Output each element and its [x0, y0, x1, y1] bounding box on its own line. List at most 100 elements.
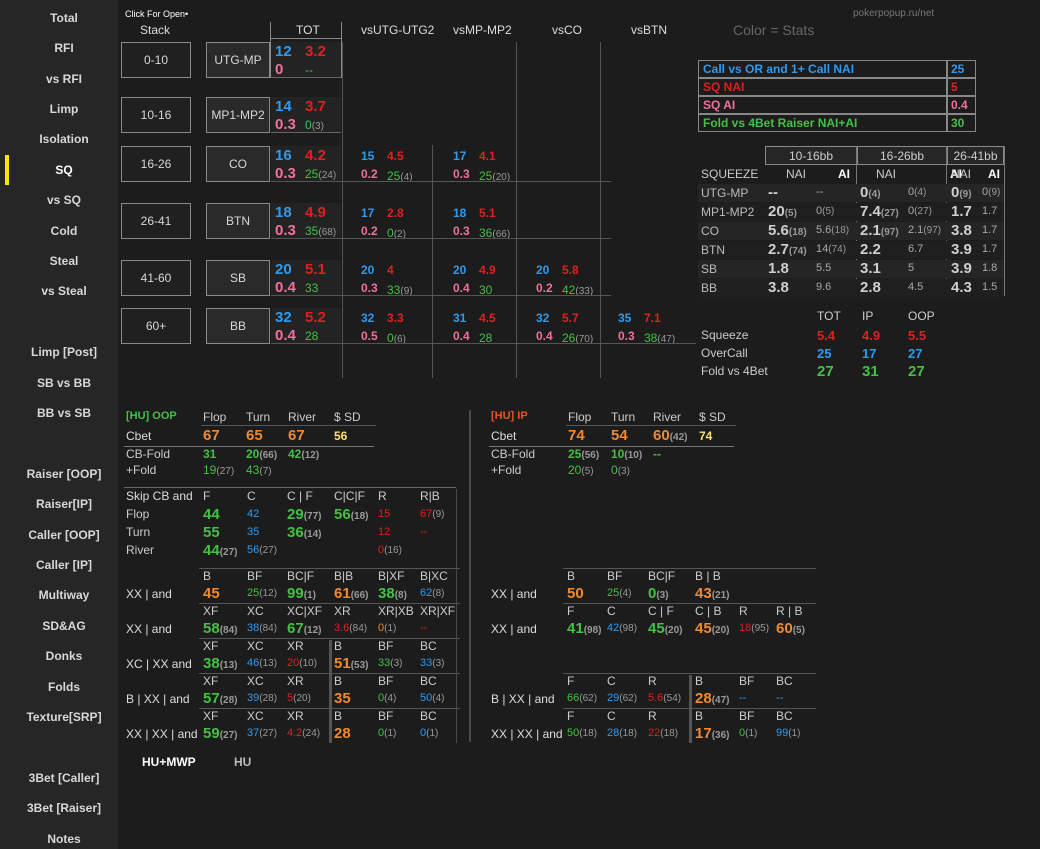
position-box[interactable]: UTG-MP	[206, 42, 270, 78]
cbfold-num: 31	[203, 447, 217, 461]
nav-item-sq[interactable]: SQ	[10, 163, 118, 177]
nav-item-donks[interactable]: Donks	[10, 649, 118, 663]
line-cell: 50(18)	[567, 728, 597, 739]
squeeze-cell-value: 7.4	[860, 203, 881, 220]
plusfold-value: 43(7)	[246, 464, 272, 477]
stack-box[interactable]: 10-16	[121, 97, 191, 133]
stack-box[interactable]: 41-60	[121, 260, 191, 296]
line-cell: 29(62)	[607, 693, 637, 704]
tot-cell-sqnai: 5.1	[305, 261, 326, 278]
line-label: XX | and	[126, 587, 172, 601]
nav-item-vs-rfi[interactable]: vs RFI	[10, 72, 118, 86]
nav-item-isolation[interactable]: Isolation	[10, 132, 118, 146]
line-header: F	[567, 674, 575, 688]
squeeze-cell: 0(27)	[908, 206, 932, 217]
squeeze-cell: 2.1(97)	[908, 225, 941, 236]
line-cell: 50	[567, 586, 584, 601]
cbet-value: 74	[699, 430, 712, 442]
position-box[interactable]: MP1-MP2	[206, 97, 270, 133]
line-cell: 0(1)	[378, 728, 396, 739]
nav-item-texture-srp-[interactable]: Texture[SRP]	[10, 710, 118, 724]
line-label: XX | XX | and	[126, 727, 198, 741]
line-cell-value: 33	[420, 657, 433, 669]
oop-title: [HU] OOP	[126, 410, 177, 422]
position-box[interactable]: SB	[206, 260, 270, 296]
vsmp-cell-sqai: 0.3	[453, 167, 470, 181]
squeeze-cell-value: 1.8	[768, 260, 789, 277]
section-divider	[689, 675, 692, 743]
row-divider	[271, 343, 696, 344]
cbfold-num: 25	[568, 447, 582, 461]
squeeze-cell: 1.7	[982, 206, 997, 217]
position-box[interactable]: BTN	[206, 203, 270, 239]
line-header: BF	[378, 639, 394, 653]
nai-header: NAI	[876, 167, 897, 181]
line-cell-value: 18	[739, 622, 752, 634]
line-cell-sample: (24)	[302, 728, 321, 739]
nav-item-3bet-caller-[interactable]: 3Bet [Caller]	[10, 771, 118, 785]
squeeze-cell: 0(4)	[908, 187, 926, 198]
stack-box[interactable]: 0-10	[121, 42, 191, 78]
squeeze-cell-value: 9.6	[816, 281, 832, 293]
line-cell-value: 46	[247, 657, 260, 669]
line-header: BF	[607, 569, 623, 583]
summary-header: IP	[862, 309, 874, 323]
nav-item-total[interactable]: Total	[10, 11, 118, 25]
tot-cell-sqai: 0	[275, 61, 284, 78]
line-cell-value: 43	[695, 585, 712, 602]
nav-item-cold[interactable]: Cold	[10, 224, 118, 238]
column-header: vsUTG-UTG2	[361, 23, 435, 37]
line-cell: 66(62)	[567, 693, 597, 704]
nav-item-notes[interactable]: Notes	[10, 832, 118, 846]
line-cell-sample: (27)	[219, 730, 238, 741]
squeeze-cell: 4.5	[908, 282, 923, 293]
line-cell: 51(53)	[334, 656, 368, 671]
squeeze-cell-value: 5	[908, 262, 915, 274]
nav-item-vs-steal[interactable]: vs Steal	[10, 284, 118, 298]
plusfold-num: 19	[203, 463, 217, 477]
line-header: BF	[378, 674, 394, 688]
nav-item-raiser-ip-[interactable]: Raiser[IP]	[10, 497, 118, 511]
nav-item-folds[interactable]: Folds	[10, 680, 118, 694]
nav-item-sd-ag[interactable]: SD&AG	[10, 619, 118, 633]
nav-item-steal[interactable]: Steal	[10, 254, 118, 268]
nav-item-limp[interactable]: Limp	[10, 102, 118, 116]
line-header: XR	[287, 674, 304, 688]
position-box[interactable]: CO	[206, 146, 270, 182]
vsco-cell-sqai: 0.2	[536, 281, 553, 295]
line-cell-value: 60	[776, 620, 793, 637]
nav-item-rfi[interactable]: RFI	[10, 41, 118, 55]
stack-box[interactable]: 16-26	[121, 146, 191, 182]
line-cell-value: 45	[695, 620, 712, 637]
nav-item-multiway[interactable]: Multiway	[10, 588, 118, 602]
line-cell-sample: (62)	[579, 693, 598, 704]
position-box[interactable]: BB	[206, 308, 270, 344]
nav-item-limp-post-[interactable]: Limp [Post]	[10, 345, 118, 359]
line-header: XC	[247, 604, 264, 618]
stack-box[interactable]: 60+	[121, 308, 191, 344]
line-cell-sample: (10)	[299, 658, 318, 669]
nav-item-bb-vs-sb[interactable]: BB vs SB	[10, 406, 118, 420]
tab-hu-mwp[interactable]: HU+MWP	[142, 755, 196, 769]
cbfold-value: 42(12)	[288, 448, 319, 461]
line-cell-value: 50	[567, 585, 584, 602]
nav-item-caller-oop-[interactable]: Caller [OOP]	[10, 528, 118, 542]
vsutg-cell-sqnai: 4.5	[387, 149, 404, 163]
nav-item-vs-sq[interactable]: vs SQ	[10, 193, 118, 207]
skip-cell: 44	[203, 507, 220, 522]
tot-cell-fold4bet-value: 28	[305, 329, 319, 343]
cbet-value: 56	[334, 430, 347, 442]
stack-box[interactable]: 26-41	[121, 203, 191, 239]
nav-item-raiser-oop-[interactable]: Raiser [OOP]	[10, 467, 118, 481]
line-label: B | XX | and	[491, 692, 555, 706]
click-hint[interactable]: Click For Open•	[125, 10, 188, 19]
nav-item-caller-ip-[interactable]: Caller [IP]	[10, 558, 118, 572]
nav-item-sb-vs-bb[interactable]: SB vs BB	[10, 376, 118, 390]
line-cell: --	[739, 693, 746, 704]
vsmp-cell-sqnai: 4.5	[479, 311, 496, 325]
tab-hu[interactable]: HU	[234, 755, 251, 769]
nav-item-3bet-raiser-[interactable]: 3Bet [Raiser]	[10, 801, 118, 815]
vsutg-cell-sqnai: 2.8	[387, 206, 404, 220]
skip-cell-value: 35	[247, 526, 260, 538]
cbet-value-num: 56	[334, 429, 348, 443]
